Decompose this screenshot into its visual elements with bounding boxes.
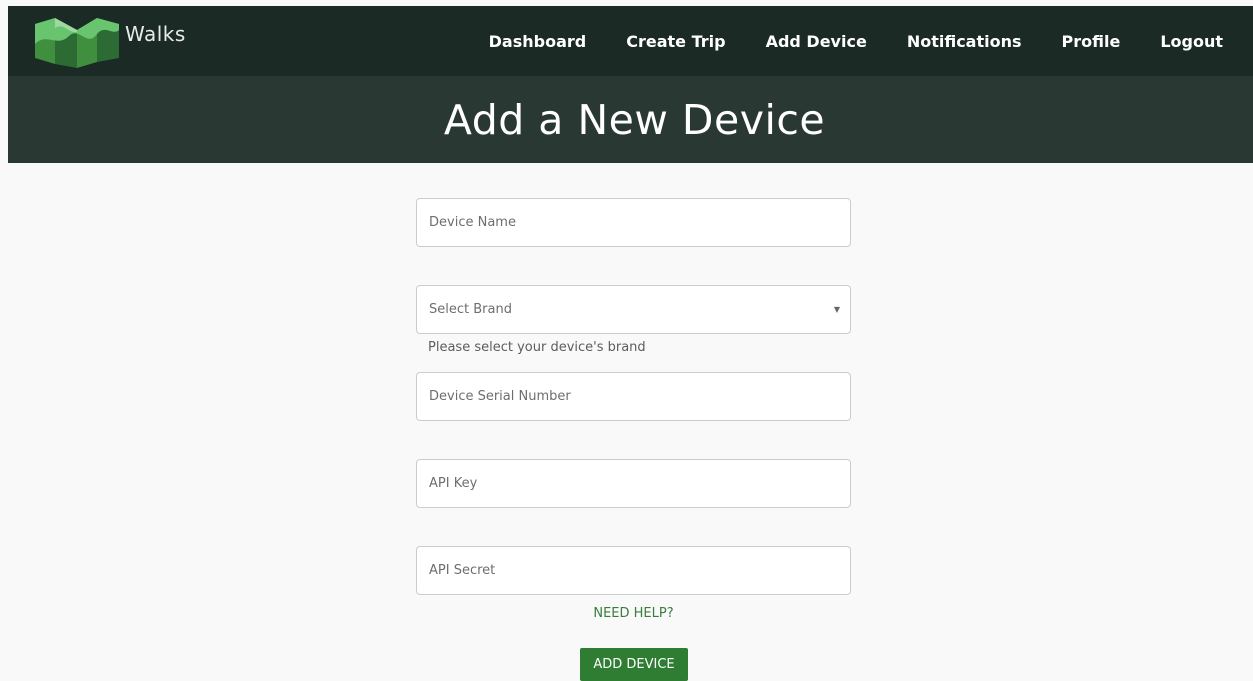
nav-links: Dashboard Create Trip Add Device Notific…: [449, 6, 1223, 76]
page-header: Add a New Device: [8, 76, 1253, 163]
brand-logo-link[interactable]: Walks: [35, 14, 186, 68]
brand-helper-text: Please select your device's brand: [428, 340, 646, 355]
api-secret-input[interactable]: [429, 547, 850, 594]
api-secret-field-wrapper: [416, 546, 851, 595]
nav-add-device[interactable]: Add Device: [766, 32, 867, 51]
brand-select-value: Select Brand: [429, 302, 512, 317]
top-navbar: Walks Dashboard Create Trip Add Device N…: [8, 6, 1253, 76]
api-key-input[interactable]: [429, 460, 850, 507]
api-key-field-wrapper: [416, 459, 851, 508]
add-device-button[interactable]: ADD DEVICE: [580, 648, 688, 681]
need-help-link[interactable]: NEED HELP?: [416, 606, 851, 621]
serial-number-field-wrapper: [416, 372, 851, 421]
serial-number-input[interactable]: [429, 373, 850, 420]
device-name-field-wrapper: [416, 198, 851, 247]
nav-create-trip[interactable]: Create Trip: [626, 32, 725, 51]
page-title: Add a New Device: [443, 95, 826, 144]
nav-notifications[interactable]: Notifications: [907, 32, 1022, 51]
nav-logout[interactable]: Logout: [1160, 32, 1223, 51]
nav-profile[interactable]: Profile: [1062, 32, 1121, 51]
chevron-down-icon: ▼: [833, 305, 840, 314]
device-name-input[interactable]: [429, 199, 850, 246]
brand-select[interactable]: Select Brand ▼: [416, 285, 851, 334]
walks-logo-icon: [35, 18, 119, 68]
brand-name: Walks: [125, 22, 186, 46]
nav-dashboard[interactable]: Dashboard: [489, 32, 587, 51]
